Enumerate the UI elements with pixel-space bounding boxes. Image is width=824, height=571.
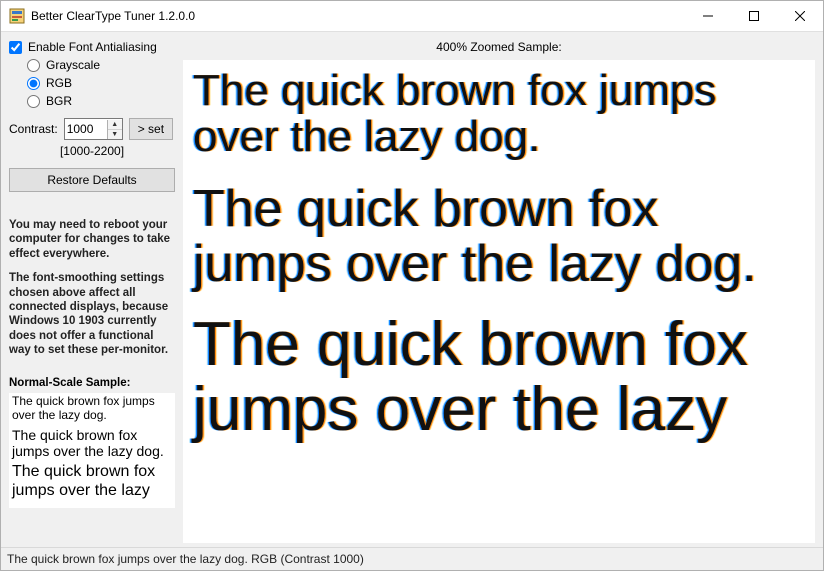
zoom-sample-label: 400% Zoomed Sample: — [183, 40, 815, 54]
spinner-up-icon[interactable]: ▲ — [108, 120, 122, 130]
client-area: Enable Font Antialiasing Grayscale RGB B… — [1, 32, 823, 570]
zoom-sample-area: The quick brown fox jumps over the lazy … — [183, 60, 815, 543]
status-bar: The quick brown fox jumps over the lazy … — [1, 547, 823, 570]
app-icon — [9, 8, 25, 24]
antialias-checkbox[interactable] — [9, 41, 22, 54]
mode-rgb-row[interactable]: RGB — [27, 76, 175, 90]
main-content: Enable Font Antialiasing Grayscale RGB B… — [1, 32, 823, 547]
contrast-label: Contrast: — [9, 122, 58, 136]
zoom-sample-line-2: The quick brown fox jumps over the lazy … — [193, 182, 805, 291]
antialias-checkbox-row[interactable]: Enable Font Antialiasing — [9, 40, 175, 54]
app-window: Better ClearType Tuner 1.2.0.0 Enable Fo… — [0, 0, 824, 571]
titlebar[interactable]: Better ClearType Tuner 1.2.0.0 — [1, 1, 823, 32]
info-paragraph-2: The font-smoothing settings chosen above… — [9, 271, 175, 357]
contrast-range-hint: [1000-2200] — [9, 144, 175, 158]
info-paragraph-1: You may need to reboot your computer for… — [9, 218, 175, 261]
mode-grayscale-radio[interactable] — [27, 59, 40, 72]
normal-sample-line-1: The quick brown fox jumps over the lazy … — [12, 395, 172, 423]
window-title: Better ClearType Tuner 1.2.0.0 — [31, 9, 685, 23]
normal-sample-line-3: The quick brown fox jumps over the lazy — [12, 463, 172, 500]
zoom-sample-line-1: The quick brown fox jumps over the lazy … — [193, 68, 805, 160]
contrast-row: Contrast: ▲ ▼ > set — [9, 118, 175, 140]
antialias-label: Enable Font Antialiasing — [28, 40, 157, 54]
contrast-input[interactable] — [65, 121, 107, 137]
set-button[interactable]: > set — [129, 118, 173, 140]
zoom-sample-inner: The quick brown fox jumps over the lazy … — [183, 60, 815, 543]
restore-defaults-button[interactable]: Restore Defaults — [9, 168, 175, 192]
render-mode-group: Grayscale RGB BGR — [27, 58, 175, 108]
minimize-button[interactable] — [685, 1, 731, 31]
settings-panel: Enable Font Antialiasing Grayscale RGB B… — [1, 32, 183, 547]
spacer — [9, 194, 175, 216]
zoom-sample-line-3: The quick brown fox jumps over the lazy — [193, 312, 805, 442]
maximize-button[interactable] — [731, 1, 777, 31]
window-controls — [685, 1, 823, 31]
contrast-spinner[interactable]: ▲ ▼ — [64, 118, 123, 140]
mode-grayscale-label: Grayscale — [46, 58, 100, 72]
mode-grayscale-row[interactable]: Grayscale — [27, 58, 175, 72]
mode-rgb-radio[interactable] — [27, 77, 40, 90]
close-button[interactable] — [777, 1, 823, 31]
status-text: The quick brown fox jumps over the lazy … — [7, 552, 364, 566]
preview-panel: 400% Zoomed Sample: The quick brown fox … — [183, 32, 823, 547]
spinner-arrows: ▲ ▼ — [107, 120, 122, 139]
mode-bgr-label: BGR — [46, 94, 72, 108]
mode-bgr-radio[interactable] — [27, 95, 40, 108]
mode-rgb-label: RGB — [46, 76, 72, 90]
spinner-down-icon[interactable]: ▼ — [108, 130, 122, 139]
mode-bgr-row[interactable]: BGR — [27, 94, 175, 108]
info-text: You may need to reboot your computer for… — [9, 218, 175, 367]
normal-sample-area: The quick brown fox jumps over the lazy … — [9, 393, 175, 508]
normal-sample-label: Normal-Scale Sample: — [9, 377, 175, 389]
normal-sample-line-2: The quick brown fox jumps over the lazy … — [12, 427, 172, 459]
